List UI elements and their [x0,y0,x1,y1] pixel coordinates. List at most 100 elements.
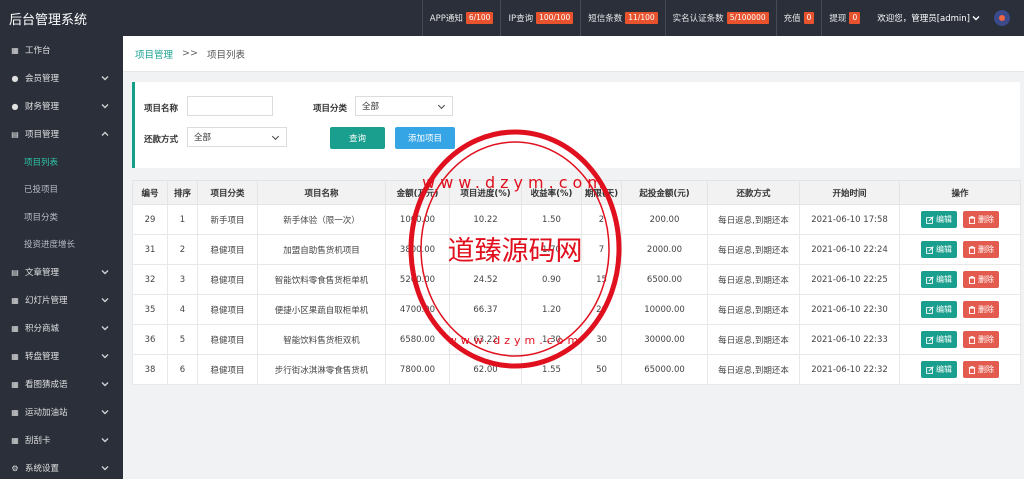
column-header: 项目名称 [257,180,386,205]
stat-withdraw[interactable]: 提现 0 [821,0,867,36]
table-cell: 6 [167,354,198,385]
table-cell: 新手项目 [197,204,258,235]
breadcrumb-parent[interactable]: 项目管理 [135,47,173,61]
table-cell: 新手体验（限一次） [257,204,386,235]
actions-cell: 编辑 删除 [899,354,1021,385]
edit-button[interactable]: 编辑 [921,271,957,288]
category-select[interactable]: 全部 [355,96,453,116]
edit-button[interactable]: 编辑 [921,331,957,348]
table-cell: 步行街冰淇淋零食售货机 [257,354,386,385]
table-cell: 35 [132,294,168,325]
delete-button[interactable]: 删除 [963,301,999,318]
table-cell: 7800.00 [385,354,450,385]
column-header: 起投金额(元) [621,180,708,205]
table-cell: 29 [132,204,168,235]
repay-label: 还款方式 [144,135,179,145]
project-name-input[interactable] [187,96,273,116]
edit-label: 编辑 [936,335,952,344]
trash-icon [968,305,976,314]
column-header: 操作 [899,180,1021,205]
sidebar-item-wheel[interactable]: ▦ 转盘管理 [0,342,123,370]
trash-icon [968,245,976,254]
gear-icon: ⚙ [11,463,19,473]
edit-label: 编辑 [936,245,952,254]
chevron-down-icon [101,270,109,275]
user-menu[interactable]: 欢迎您，管理员[admin] [867,12,986,24]
edit-button[interactable]: 编辑 [921,301,957,318]
table-cell: 每日返息,到期还本 [707,264,800,295]
delete-button[interactable]: 删除 [963,361,999,378]
stat-label: 实名认证条数 [672,14,724,24]
delete-button[interactable]: 删除 [963,241,999,258]
sidebar-item-scratch-card[interactable]: ▦ 刮刮卡 [0,426,123,454]
sidebar-item-dashboard[interactable]: ▦ 工作台 [0,36,123,64]
avatar[interactable] [994,10,1010,26]
stat-label: 充值 [783,14,801,24]
table-cell: 1.50 [521,204,582,235]
table-cell: 5 [167,324,198,355]
table-cell: 200.00 [621,204,708,235]
edit-icon [926,335,934,344]
sidebar-subitem-category[interactable]: 项目分类 [0,203,123,231]
sidebar-item-idiom[interactable]: ▦ 看图猜成语 [0,370,123,398]
sidebar-item-projects[interactable]: ▤ 项目管理 [0,120,123,148]
stat-recharge[interactable]: 充值 0 [775,0,822,36]
sidebar-item-points-mall[interactable]: ▦ 积分商城 [0,314,123,342]
query-button[interactable]: 查询 [330,127,385,149]
table-cell: 每日返息,到期还本 [707,234,800,265]
delete-button[interactable]: 删除 [963,271,999,288]
sidebar-item-sport[interactable]: ▦ 运动加油站 [0,398,123,426]
table-cell: 4 [167,294,198,325]
sidebar-item-label: 看图猜成语 [25,380,68,390]
delete-button[interactable]: 删除 [963,211,999,228]
breadcrumb: 项目管理 >> 项目列表 [123,36,1024,72]
chevron-down-icon [101,466,109,471]
table-cell: 2021-06-10 22:24 [799,234,900,265]
sidebar-item-finance[interactable]: ● 财务管理 [0,92,123,120]
sidebar-subitem-progress[interactable]: 投资进度增长 [0,231,123,259]
stat-ip-query[interactable]: IP查询 100/100 [500,0,580,36]
table-header-row: 编号 排序 项目分类 项目名称 金额(万元) 项目进度(%) 收益率(%) 期限… [132,180,1021,205]
add-project-button[interactable]: 添加项目 [395,127,455,149]
edit-button[interactable]: 编辑 [921,211,957,228]
column-header: 金额(万元) [385,180,450,205]
top-header: 后台管理系统 APP通知 6/100 IP查询 100/100 短信条数 11/100… [0,0,1024,36]
stat-app-notify[interactable]: APP通知 6/100 [421,0,501,36]
table-cell: 1.70 [521,234,582,265]
delete-button[interactable]: 删除 [963,331,999,348]
sidebar-subitem-invested[interactable]: 已投项目 [0,176,123,204]
table-cell: 2021-06-10 17:58 [799,204,900,235]
stat-sms[interactable]: 短信条数 11/100 [580,0,664,36]
delete-label: 删除 [978,245,994,254]
table-cell: 2021-06-10 22:32 [799,354,900,385]
table-cell: 智能饮料零食售货柜单机 [257,264,386,295]
edit-icon [926,275,934,284]
table-row: 32 3 稳健项目 智能饮料零食售货柜单机 5200.00 24.52 0.90 15 6500… [132,264,1021,295]
card-icon: ▦ [11,435,19,445]
sidebar-item-slides[interactable]: ▦ 幻灯片管理 [0,286,123,314]
table-cell: 3800.00 [385,234,450,265]
sidebar-item-label: 积分商城 [25,324,60,334]
table-cell: 稳健项目 [197,264,258,295]
repay-select[interactable]: 全部 [187,127,287,147]
table-cell: 6500.00 [621,264,708,295]
sidebar-subitem-project-list[interactable]: 项目列表 [0,148,123,176]
sidebar-item-members[interactable]: ● 会员管理 [0,64,123,92]
chevron-down-icon [101,354,109,359]
sidebar-item-label: 运动加油站 [25,408,68,418]
project-table: 编号 排序 项目分类 项目名称 金额(万元) 项目进度(%) 收益率(%) 期限… [132,180,1021,385]
chevron-down-icon [101,104,109,109]
edit-button[interactable]: 编辑 [921,241,957,258]
sidebar-item-label: 幻灯片管理 [25,296,68,306]
actions-cell: 编辑 删除 [899,264,1021,295]
sidebar-item-articles[interactable]: ▤ 文章管理 [0,258,123,286]
table-cell: 每日返息,到期还本 [707,324,800,355]
sidebar-item-settings[interactable]: ⚙ 系统设置 [0,454,123,479]
stat-realname[interactable]: 实名认证条数 5/100000 [664,0,776,36]
app-title: 后台管理系统 [9,12,88,28]
table-cell: 63.22 [449,324,522,355]
table-cell: 1.20 [521,294,582,325]
sidebar-item-label: 文章管理 [25,268,60,278]
welcome-text: 欢迎您，管理员[admin] [877,14,970,24]
edit-button[interactable]: 编辑 [921,361,957,378]
